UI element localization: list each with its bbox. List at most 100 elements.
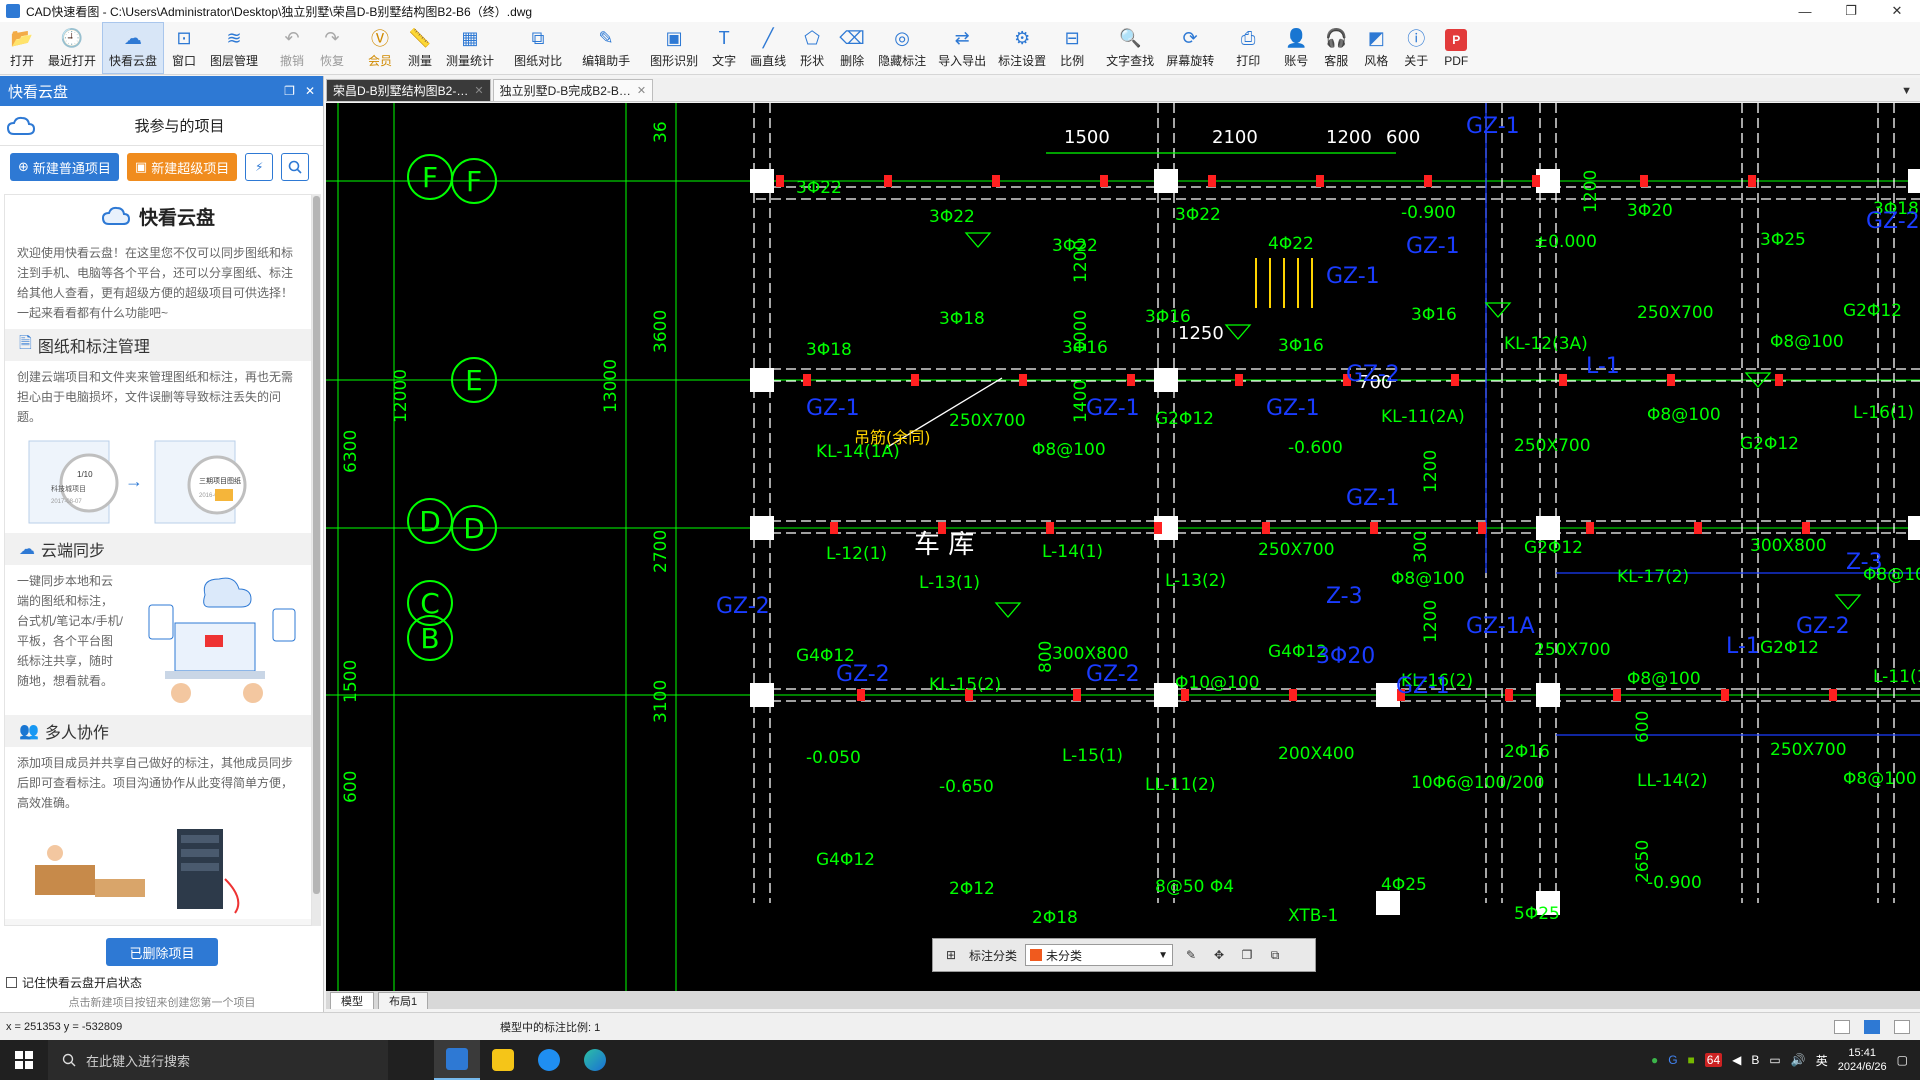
rebar-mark bbox=[1613, 689, 1621, 701]
model-toggle-icon[interactable] bbox=[1864, 1019, 1880, 1034]
tray-b-icon[interactable]: B bbox=[1751, 1053, 1759, 1067]
network-tray-icon[interactable]: ▭ bbox=[1769, 1053, 1780, 1067]
toolbar-measure-button[interactable]: 📏 测量 bbox=[400, 22, 440, 74]
toolbar-window-button[interactable]: ⊡ 窗口 bbox=[164, 22, 204, 74]
remember-state-checkbox[interactable]: 记住快看云盘开启状态 bbox=[6, 974, 142, 991]
deleted-projects-button[interactable]: 已删除项目 bbox=[106, 938, 218, 966]
volume-tray-icon[interactable]: ◀ bbox=[1732, 1053, 1741, 1067]
toolbar-info-button[interactable]: ⓘ 关于 bbox=[1396, 22, 1436, 74]
minimize-button[interactable]: — bbox=[1782, 0, 1828, 22]
taskbar-task-view[interactable] bbox=[388, 1040, 434, 1080]
cad-drawing-canvas[interactable]: F F E D D C B 12000 6300 13000 3600 2700 3100 1500 600… bbox=[326, 103, 1920, 991]
toolbar-compare-button[interactable]: ⧉ 图纸对比 bbox=[508, 22, 568, 74]
toolbar-pdf-button[interactable]: P PDF bbox=[1436, 22, 1476, 74]
cad-text-green: LL-11(2) bbox=[1145, 775, 1216, 795]
taskbar-wechat[interactable] bbox=[480, 1040, 526, 1080]
tab-list-dropdown-icon[interactable]: ▼ bbox=[1901, 85, 1912, 97]
paste-icon[interactable]: ⧉ bbox=[1265, 945, 1285, 965]
toolbar-label: 形状 bbox=[800, 54, 825, 68]
toolbar-scale-button[interactable]: ⊟ 比例 bbox=[1052, 22, 1092, 74]
tab-document-1[interactable]: 荣昌D-B别墅结构图B2-… ✕ bbox=[326, 79, 491, 101]
toolbar-separator bbox=[352, 22, 360, 74]
taskbar-edge[interactable] bbox=[572, 1040, 618, 1080]
new-super-project-button[interactable]: ▣ 新建超级项目 bbox=[126, 153, 238, 181]
toolbar-label: 图层管理 bbox=[210, 54, 259, 68]
scrollbar-thumb[interactable] bbox=[313, 196, 320, 894]
fullscreen-icon[interactable] bbox=[1894, 1019, 1910, 1034]
toolbar-folder-open-button[interactable]: 📂 打开 bbox=[2, 22, 42, 74]
tab-layout1[interactable]: 布局1 bbox=[378, 992, 429, 1009]
copy-icon[interactable]: ❐ bbox=[1237, 945, 1257, 965]
toolbar-user-button[interactable]: 👤 账号 bbox=[1276, 22, 1316, 74]
toolbar-text-search-button[interactable]: 🔍 文字查找 bbox=[1100, 22, 1160, 74]
close-button[interactable]: ✕ bbox=[1874, 0, 1920, 22]
toolbar-shape-button[interactable]: ⬠ 形状 bbox=[792, 22, 832, 74]
restore-panel-icon[interactable]: ❐ bbox=[284, 84, 295, 98]
toolbar-shape-recognize-button[interactable]: ▣ 图形识别 bbox=[644, 22, 704, 74]
taskbar-clock[interactable]: 15:41 2024/6/26 bbox=[1838, 1046, 1887, 1074]
layout-toggle-icon[interactable] bbox=[1834, 1019, 1850, 1034]
tab-document-2[interactable]: 独立别墅D-B完成B2-B… ✕ bbox=[492, 79, 654, 101]
toolbar-cloud-button[interactable]: ☁ 快看云盘 bbox=[102, 22, 165, 74]
ime-indicator[interactable]: 英 bbox=[1816, 1052, 1828, 1069]
toolbar-annotation-settings-button[interactable]: ⚙ 标注设置 bbox=[992, 22, 1052, 74]
dims-vertical: 12000 bbox=[391, 369, 411, 423]
move-icon[interactable]: ✥ bbox=[1209, 945, 1229, 965]
toolbar-headset-button[interactable]: 🎧 客服 bbox=[1316, 22, 1356, 74]
toolbar-layers-button[interactable]: ≋ 图层管理 bbox=[204, 22, 264, 74]
toolbar-style-button[interactable]: ◩ 风格 bbox=[1356, 22, 1396, 74]
toolbar-eraser-button[interactable]: ⌫ 删除 bbox=[832, 22, 872, 74]
close-panel-icon[interactable]: ✕ bbox=[305, 84, 315, 98]
notification-icon[interactable]: ▢ bbox=[1897, 1053, 1908, 1067]
search-button[interactable] bbox=[281, 153, 310, 181]
collaboration-illustration-icon bbox=[35, 829, 240, 914]
cad-text-green: -0.600 bbox=[1288, 438, 1343, 458]
annotation-scale-text: 模型中的标注比例: 1 bbox=[500, 1021, 601, 1034]
toolbar-print-button[interactable]: ⎙ 打印 bbox=[1228, 22, 1268, 74]
taskbar-app-blue[interactable] bbox=[526, 1040, 572, 1080]
folder-open-icon: 📂 bbox=[10, 27, 34, 48]
speaker-tray-icon[interactable]: 🔊 bbox=[1791, 1053, 1806, 1067]
toolbar-undo-button[interactable]: ↶ 撤销 bbox=[272, 22, 312, 74]
sync-button[interactable]: ⚡ bbox=[245, 153, 274, 181]
cad-text-blue: GZ-2 bbox=[716, 594, 770, 619]
cad-text-green: 3Φ25 bbox=[1760, 230, 1806, 250]
cad-text-green: KL-11(2A) bbox=[1381, 407, 1465, 427]
user-icon: 👤 bbox=[1285, 27, 1308, 48]
taskbar-search-box[interactable]: 在此键入进行搜索 bbox=[48, 1040, 388, 1080]
close-tab-icon[interactable]: ✕ bbox=[637, 84, 646, 97]
start-button[interactable] bbox=[0, 1040, 48, 1080]
checkbox-box[interactable] bbox=[6, 977, 17, 988]
edit-icon[interactable]: ✎ bbox=[1181, 945, 1201, 965]
toolbar-text-button[interactable]: T 文字 bbox=[704, 22, 744, 74]
taskbar-cad-viewer[interactable] bbox=[434, 1040, 480, 1080]
cad-text-green: 250X700 bbox=[1534, 640, 1611, 660]
nvidia-tray-icon[interactable]: ■ bbox=[1688, 1053, 1695, 1067]
new-normal-project-button[interactable]: ⊕ 新建普通项目 bbox=[10, 153, 119, 181]
window-icon: ⊡ bbox=[176, 27, 192, 48]
tab-model[interactable]: 模型 bbox=[330, 992, 374, 1009]
toolbar-hide-button[interactable]: ◎ 隐藏标注 bbox=[872, 22, 932, 74]
toolbar-clock-button[interactable]: 🕘 最近打开 bbox=[42, 22, 102, 74]
level-marker bbox=[1224, 324, 1252, 340]
maximize-button[interactable]: ❐ bbox=[1828, 0, 1874, 22]
clock-icon: 🕘 bbox=[60, 27, 84, 48]
panel-scrollbar[interactable] bbox=[312, 194, 321, 926]
wechat-tray-icon[interactable]: ● bbox=[1651, 1053, 1658, 1067]
toolbar-rotate-screen-button[interactable]: ⟳ 屏幕旋转 bbox=[1160, 22, 1220, 74]
sync-illustration-icon bbox=[148, 577, 296, 703]
cad-text-green: 3Φ22 bbox=[1052, 236, 1098, 256]
close-tab-icon[interactable]: ✕ bbox=[474, 84, 483, 97]
annotation-category-select[interactable]: 未分类 ▼ bbox=[1025, 944, 1174, 966]
tray-64-badge[interactable]: 64 bbox=[1704, 1053, 1723, 1067]
toolbar-vip-button[interactable]: Ⓥ 会员 bbox=[360, 22, 400, 74]
grid-icon[interactable]: ⊞ bbox=[941, 945, 961, 965]
toolbar-measure-stats-button[interactable]: ▦ 测量统计 bbox=[440, 22, 500, 74]
toolbar-line-button[interactable]: ╱ 画直线 bbox=[744, 22, 792, 74]
toolbar-edit-assistant-button[interactable]: ✎ 编辑助手 bbox=[576, 22, 636, 74]
cloud-sync-icon: ☁ bbox=[19, 541, 35, 558]
google-tray-icon[interactable]: G bbox=[1668, 1053, 1677, 1067]
column-square bbox=[750, 368, 774, 392]
toolbar-redo-button[interactable]: ↷ 恢复 bbox=[312, 22, 352, 74]
toolbar-import-export-button[interactable]: ⇄ 导入导出 bbox=[932, 22, 992, 74]
